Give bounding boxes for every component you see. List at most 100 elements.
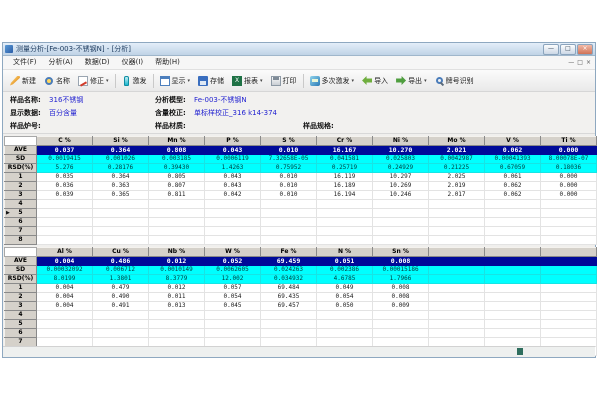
data-cell[interactable]	[261, 200, 317, 209]
data-cell[interactable]	[205, 236, 261, 245]
chevron-down-icon[interactable]: ▾	[260, 78, 263, 84]
data-cell[interactable]	[93, 236, 149, 245]
display-button[interactable]: 显示▾	[156, 75, 195, 87]
restore-button[interactable]: □	[560, 44, 576, 55]
row-header-sd[interactable]: SD	[5, 155, 37, 164]
data-cell[interactable]: 0.000	[541, 182, 597, 191]
data-cell[interactable]: 0.363	[93, 182, 149, 191]
stat-cell[interactable]: 0.0042987	[429, 155, 485, 164]
data-cell[interactable]: 16.194	[317, 191, 373, 200]
stat-cell[interactable]: 2.021	[429, 146, 485, 155]
grade-id-button[interactable]: 牌号识别	[431, 75, 478, 87]
data-cell[interactable]	[373, 227, 429, 236]
stat-cell[interactable]	[541, 257, 597, 266]
new-button[interactable]: 新建	[6, 75, 40, 87]
data-cell[interactable]: 0.043	[205, 173, 261, 182]
stat-cell[interactable]: 0.010	[261, 146, 317, 155]
data-cell[interactable]	[317, 329, 373, 338]
mdi-minimize-button[interactable]: —	[568, 58, 574, 68]
data-cell[interactable]	[373, 218, 429, 227]
data-cell[interactable]	[429, 218, 485, 227]
data-cell[interactable]	[261, 218, 317, 227]
data-cell[interactable]: 16.119	[317, 173, 373, 182]
stat-cell[interactable]: 0.051	[317, 257, 373, 266]
data-cell[interactable]	[541, 209, 597, 218]
data-cell[interactable]	[485, 329, 541, 338]
data-cell[interactable]	[205, 209, 261, 218]
menu-item-analysis[interactable]: 分析(A)	[43, 56, 79, 69]
save-button[interactable]: 存储	[194, 75, 228, 87]
data-cell[interactable]	[541, 236, 597, 245]
data-cell[interactable]: 0.000	[541, 173, 597, 182]
data-cell[interactable]: 10.269	[373, 182, 429, 191]
data-cell[interactable]: 0.491	[93, 302, 149, 311]
data-cell[interactable]	[429, 227, 485, 236]
data-cell[interactable]	[485, 293, 541, 302]
data-cell[interactable]: 0.061	[485, 173, 541, 182]
data-cell[interactable]	[317, 236, 373, 245]
data-cell[interactable]: 2.017	[429, 191, 485, 200]
data-cell[interactable]	[205, 320, 261, 329]
data-cell[interactable]	[485, 311, 541, 320]
data-cell[interactable]	[149, 329, 205, 338]
stat-cell[interactable]: 0.364	[93, 146, 149, 155]
menu-item-file[interactable]: 文件(F)	[7, 56, 43, 69]
stat-cell[interactable]: 1.7966	[373, 275, 429, 284]
row-header-5[interactable]: ▶5	[5, 209, 37, 218]
data-cell[interactable]: 0.042	[205, 191, 261, 200]
data-cell[interactable]	[261, 236, 317, 245]
data-cell[interactable]: 0.013	[149, 302, 205, 311]
data-cell[interactable]: 0.008	[373, 284, 429, 293]
data-cell[interactable]	[261, 227, 317, 236]
data-cell[interactable]	[485, 209, 541, 218]
row-header-1[interactable]: 1	[5, 284, 37, 293]
stat-cell[interactable]: 0.24929	[373, 164, 429, 173]
data-cell[interactable]: 0.364	[93, 173, 149, 182]
data-cell[interactable]	[93, 329, 149, 338]
data-cell[interactable]: 0.008	[373, 293, 429, 302]
stat-cell[interactable]: 0.28176	[93, 164, 149, 173]
stat-cell[interactable]	[429, 257, 485, 266]
data-cell[interactable]: 10.246	[373, 191, 429, 200]
data-cell[interactable]	[429, 320, 485, 329]
data-cell[interactable]: 0.479	[93, 284, 149, 293]
data-cell[interactable]: 0.009	[373, 302, 429, 311]
data-cell[interactable]	[149, 227, 205, 236]
data-cell[interactable]	[93, 311, 149, 320]
data-cell[interactable]	[485, 320, 541, 329]
correction-button[interactable]: 修正▾	[74, 75, 113, 87]
data-cell[interactable]: 0.805	[149, 173, 205, 182]
stat-cell[interactable]: 0.062	[485, 146, 541, 155]
stat-cell[interactable]: 0.004	[37, 257, 93, 266]
data-cell[interactable]	[541, 329, 597, 338]
stat-cell[interactable]: 0.39430	[149, 164, 205, 173]
minimize-button[interactable]: —	[543, 44, 559, 55]
stat-cell[interactable]	[541, 275, 597, 284]
row-header-sd[interactable]: SD	[5, 266, 37, 275]
data-cell[interactable]: 0.062	[485, 182, 541, 191]
data-cell[interactable]	[373, 320, 429, 329]
data-cell[interactable]: 0.004	[37, 293, 93, 302]
data-cell[interactable]	[373, 200, 429, 209]
data-cell[interactable]	[541, 200, 597, 209]
data-cell[interactable]: 69.435	[261, 293, 317, 302]
stat-cell[interactable]: 0.003185	[149, 155, 205, 164]
data-cell[interactable]	[149, 200, 205, 209]
data-cell[interactable]	[205, 329, 261, 338]
stat-cell[interactable]: 0.808	[149, 146, 205, 155]
stat-cell[interactable]: 0.037	[37, 146, 93, 155]
data-cell[interactable]	[37, 218, 93, 227]
data-cell[interactable]	[37, 200, 93, 209]
row-header-6[interactable]: 6	[5, 218, 37, 227]
row-header-7[interactable]: 7	[5, 227, 37, 236]
data-cell[interactable]	[429, 209, 485, 218]
data-cell[interactable]: 0.004	[37, 302, 93, 311]
data-cell[interactable]: 2.025	[429, 173, 485, 182]
data-cell[interactable]	[149, 311, 205, 320]
stat-cell[interactable]: 12.002	[205, 275, 261, 284]
report-button[interactable]: 报表▾	[228, 75, 267, 87]
data-cell[interactable]	[261, 320, 317, 329]
data-cell[interactable]: 0.004	[37, 284, 93, 293]
stat-cell[interactable]: 0.00041393	[485, 155, 541, 164]
stat-cell[interactable]: 0.034932	[261, 275, 317, 284]
